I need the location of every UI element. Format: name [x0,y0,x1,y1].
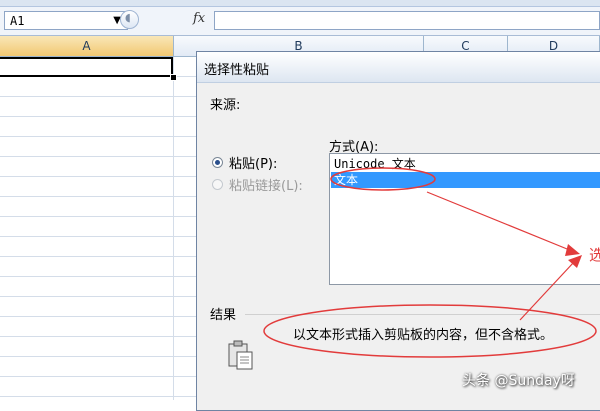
grid-line [173,57,174,400]
source-label: 来源: [210,98,241,113]
paste-radio-label[interactable]: 粘贴(P): [229,153,277,172]
annotation-text: 选 [589,246,600,264]
name-box[interactable]: A1 ▼ [4,11,128,30]
result-divider [245,314,600,315]
dialog-titlebar[interactable]: 选择性粘贴 [197,52,600,83]
method-list[interactable]: Unicode 文本 文本 [329,153,600,285]
paste-link-radio [212,179,223,190]
dialog-title: 选择性粘贴 [204,63,270,78]
clipboard-icon [228,340,253,370]
cancel-icon: ◖ [125,11,131,24]
fill-handle[interactable] [170,74,177,81]
formula-bar: A1 ▼ ◖ fx [0,7,600,36]
active-cell-a1[interactable] [0,57,173,77]
name-box-value: A1 [10,14,25,28]
insert-function-icon[interactable]: fx [193,11,205,26]
paste-radio[interactable] [212,157,223,168]
ribbon-strip [0,0,600,7]
formula-input[interactable] [214,11,600,30]
result-description: 以文本形式插入剪贴板的内容，但不含格式。 [293,328,554,343]
result-label: 结果 [210,308,237,323]
column-header-a[interactable]: A [0,36,174,56]
method-list-item[interactable]: Unicode 文本 [331,156,600,172]
watermark: 头条 @Sunday呀 [462,373,575,389]
paste-special-dialog: 选择性粘贴 来源: 方式(A): 粘贴(P): 粘贴链接(L): Unicode… [196,51,600,411]
method-list-item-selected[interactable]: 文本 [331,172,600,188]
cancel-button[interactable]: ◖ [120,10,139,29]
paste-link-radio-label: 粘贴链接(L): [229,179,303,194]
